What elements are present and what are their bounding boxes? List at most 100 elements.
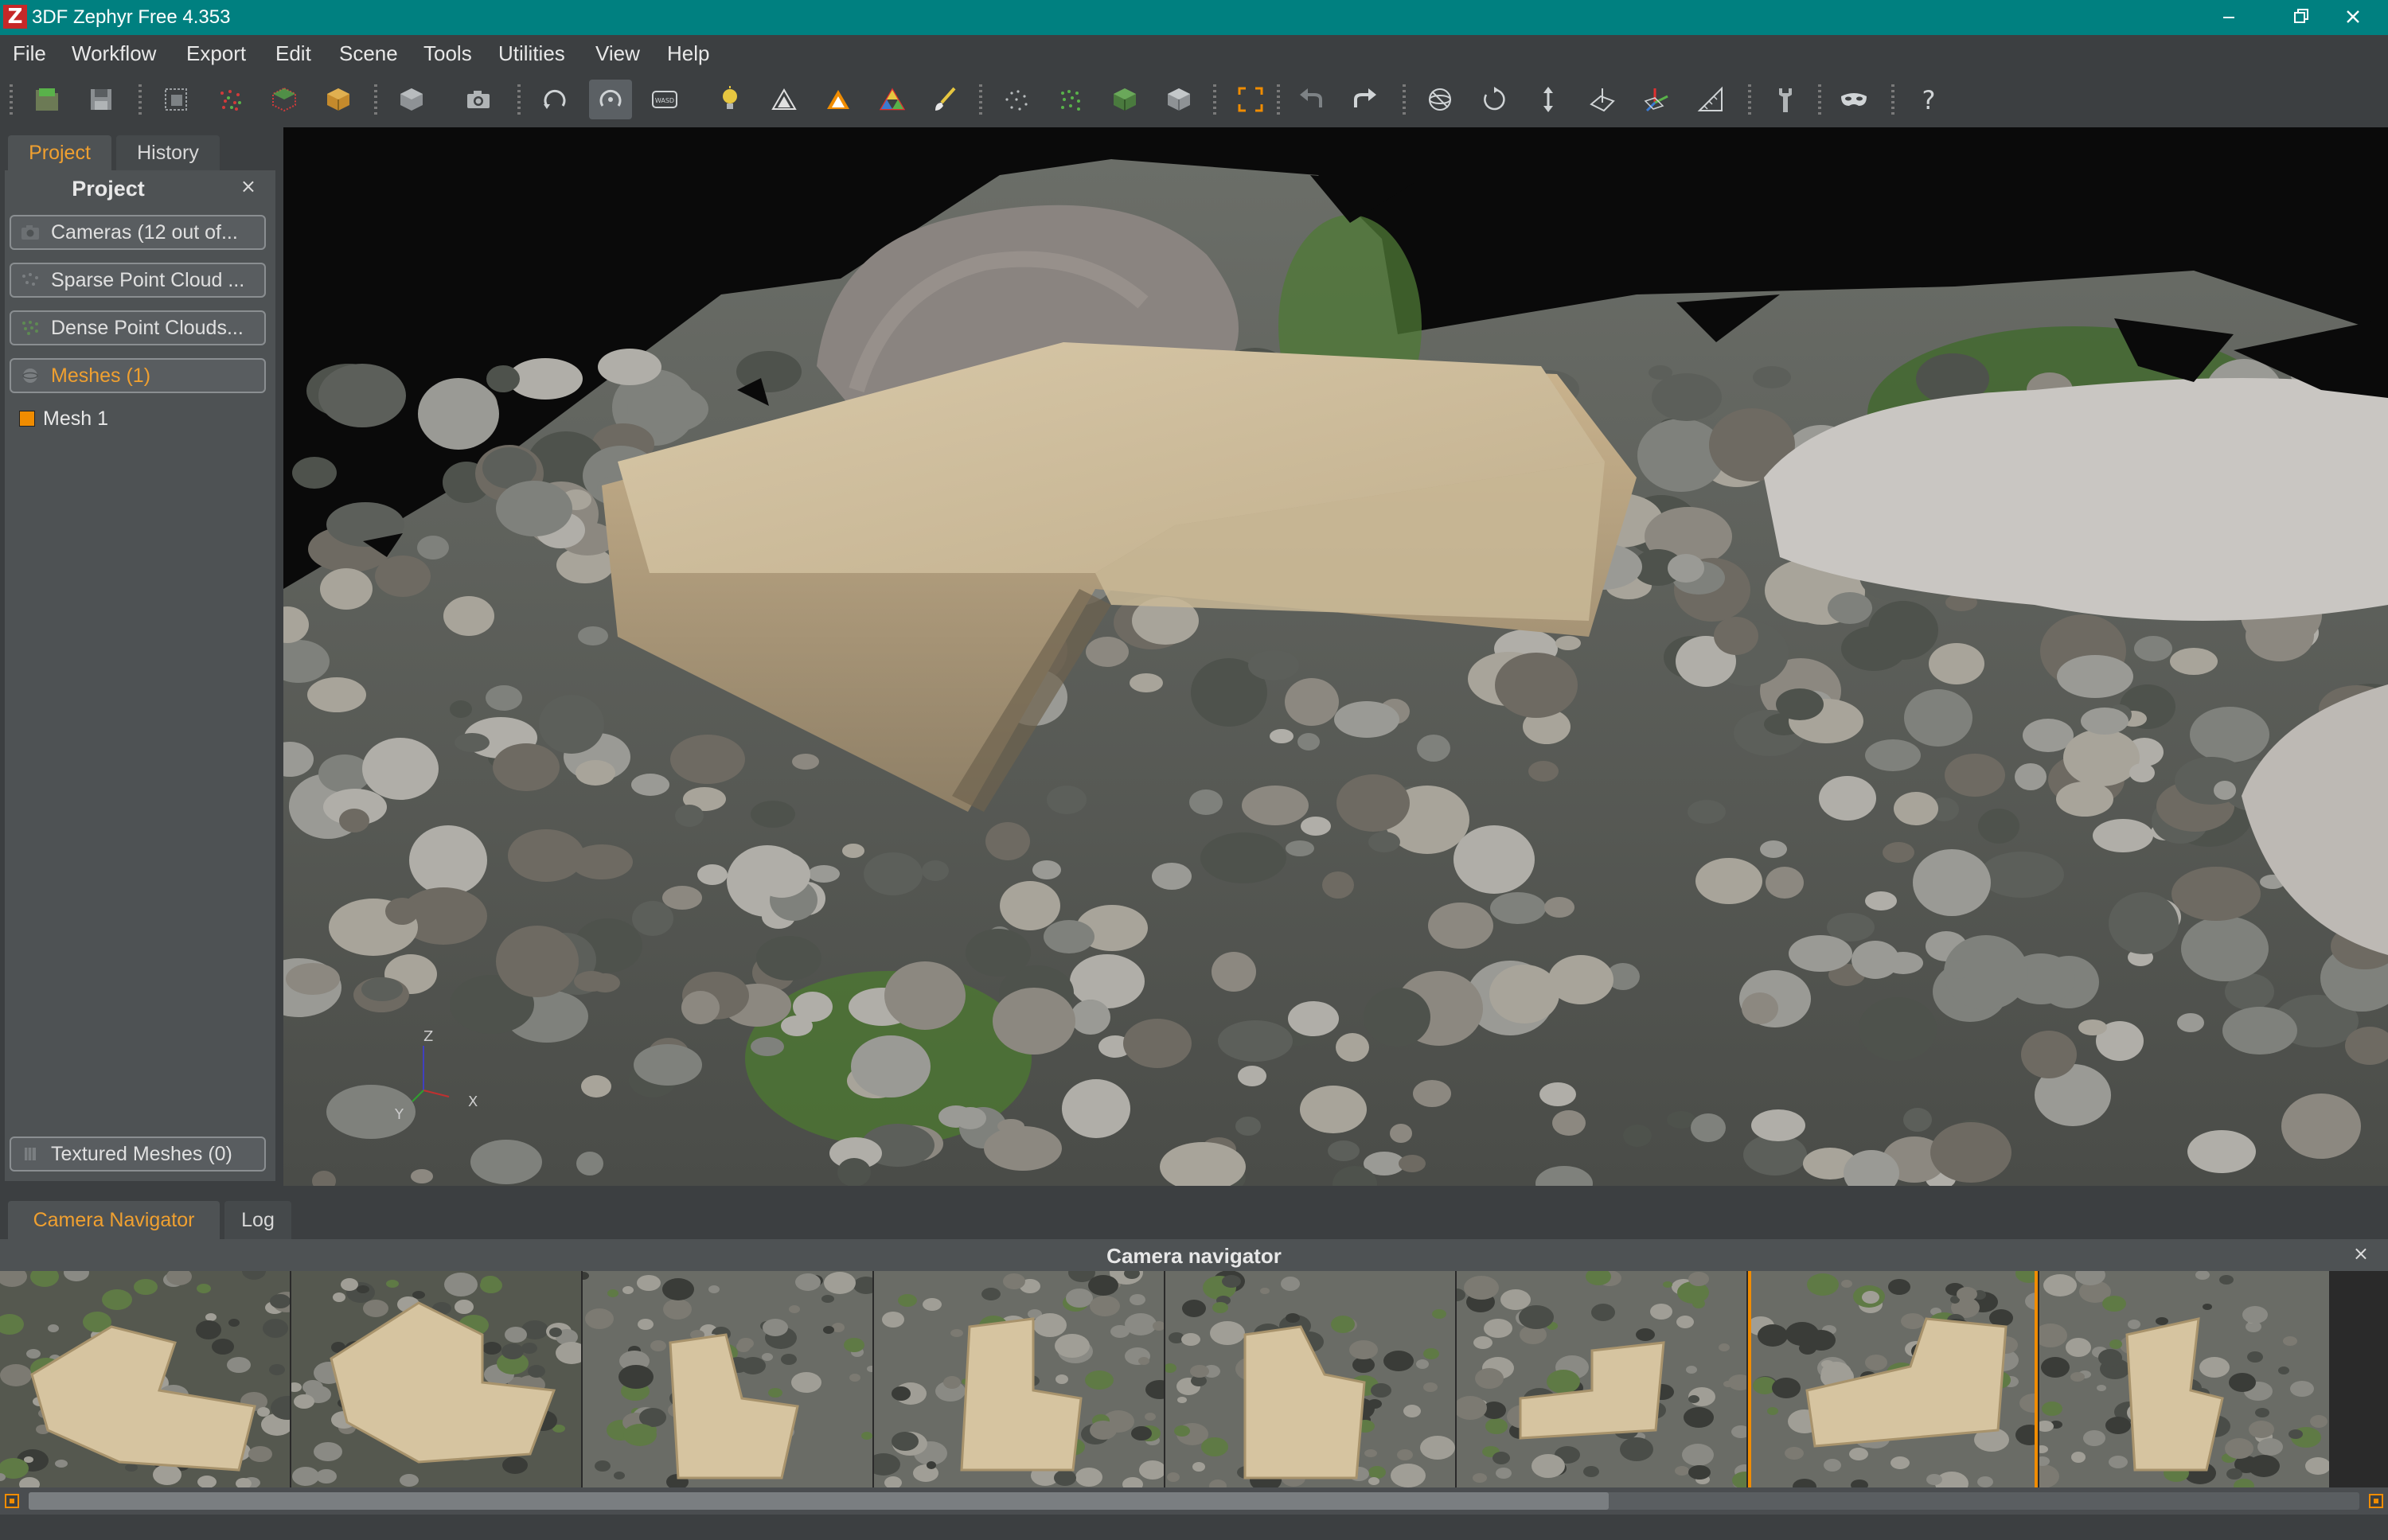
tab-camera-navigator[interactable]: Camera Navigator	[8, 1201, 220, 1239]
toolbar-grip[interactable]	[1277, 84, 1280, 116]
render-solid-button[interactable]	[817, 80, 860, 119]
menu-file[interactable]: File	[13, 41, 46, 66]
camera-thumbnail[interactable]	[874, 1271, 1164, 1487]
toolbar-grip[interactable]	[1891, 84, 1894, 116]
lighting-button[interactable]	[708, 80, 751, 119]
gravel-stone	[1399, 1155, 1426, 1172]
camera-thumbnail[interactable]	[1457, 1271, 1746, 1487]
tab-log[interactable]: Log	[224, 1201, 291, 1239]
camera-thumbnail[interactable]	[2039, 1271, 2329, 1487]
camera-thumbnail[interactable]	[291, 1271, 581, 1487]
gravel-stone	[756, 936, 821, 981]
gizmo-transform-button[interactable]	[1418, 80, 1461, 119]
save-button[interactable]	[80, 80, 123, 119]
mesh-button[interactable]	[317, 80, 360, 119]
show-dense-button[interactable]	[1049, 80, 1092, 119]
left-panel-tabs: Project History	[0, 127, 280, 170]
show-textured-button[interactable]	[1157, 80, 1200, 119]
menu-export[interactable]: Export	[186, 41, 246, 66]
close-navigator-button[interactable]: ×	[2353, 1242, 2369, 1265]
camera-icon	[21, 225, 39, 240]
camera-thumbnail[interactable]	[583, 1271, 872, 1487]
scroll-track[interactable]	[29, 1492, 2359, 1510]
gravel-stone	[697, 864, 728, 885]
textured-mesh-button[interactable]	[390, 80, 433, 119]
gravel-stone	[2093, 819, 2153, 852]
3d-viewport[interactable]: Z X Y	[283, 127, 2388, 1186]
redo-button[interactable]	[1344, 80, 1387, 119]
toolbar-grip[interactable]	[979, 84, 982, 116]
camera-thumbnail[interactable]	[1748, 1271, 2038, 1487]
show-mesh-button[interactable]	[1103, 80, 1146, 119]
masquerade-button[interactable]	[1832, 80, 1875, 119]
gravel-stone	[1368, 832, 1400, 852]
toolbar-grip[interactable]	[517, 84, 521, 116]
wasd-navigation-button[interactable]: WASD	[643, 80, 686, 119]
tab-project[interactable]: Project	[8, 135, 111, 170]
gravel-stone	[361, 977, 403, 1001]
close-panel-button[interactable]: ×	[240, 175, 256, 197]
camera-thumbnail[interactable]	[1165, 1271, 1455, 1487]
dense-point-clouds-button[interactable]: Dense Point Clouds...	[10, 310, 266, 345]
toolbar-grip[interactable]	[139, 84, 142, 116]
tab-history[interactable]: History	[116, 135, 220, 170]
gravel-stone	[1000, 881, 1060, 930]
translate-button[interactable]	[1527, 80, 1570, 119]
menu-edit[interactable]: Edit	[275, 41, 311, 66]
gravel-stone	[2129, 763, 2155, 782]
rotate-button[interactable]	[1473, 80, 1516, 119]
meshes-label: Meshes (1)	[51, 365, 151, 387]
render-points-button[interactable]	[763, 80, 806, 119]
screenshot-button[interactable]	[457, 80, 500, 119]
menu-utilities[interactable]: Utilities	[498, 41, 565, 66]
ruler-icon	[1697, 86, 1723, 111]
status-bar	[0, 1515, 2388, 1540]
menu-view[interactable]: View	[595, 41, 640, 66]
menu-tools[interactable]: Tools	[423, 41, 472, 66]
close-window-button[interactable]	[2316, 0, 2388, 35]
minimize-button[interactable]	[2193, 0, 2265, 35]
help-button[interactable]: ?	[1907, 80, 1950, 119]
control-points-button[interactable]	[1581, 80, 1624, 119]
axes-button[interactable]	[1635, 80, 1678, 119]
scroll-thumb[interactable]	[29, 1492, 1609, 1510]
measure-button[interactable]	[1689, 80, 1732, 119]
toolbar-grip[interactable]	[374, 84, 377, 116]
sparse-cloud-button[interactable]	[209, 80, 252, 119]
paint-button[interactable]	[923, 80, 966, 119]
pivot-orbit-icon	[599, 89, 622, 107]
menu-help[interactable]: Help	[667, 41, 709, 66]
scroll-left-button[interactable]	[5, 1494, 19, 1508]
cameras-button[interactable]: Cameras (12 out of...	[10, 215, 266, 250]
render-vertex-color-button[interactable]	[871, 80, 914, 119]
scroll-right-button[interactable]	[2369, 1494, 2383, 1508]
gravel-stone	[1032, 860, 1061, 879]
show-sparse-button[interactable]	[995, 80, 1038, 119]
toolbar-grip[interactable]	[1213, 84, 1216, 116]
gravel-stone	[362, 738, 439, 800]
sparse-cloud-icon	[22, 273, 38, 286]
undo-button[interactable]	[1290, 80, 1333, 119]
tools-button[interactable]	[1764, 80, 1807, 119]
toolbar-grip[interactable]	[1403, 84, 1406, 116]
textured-meshes-button[interactable]: Textured Meshes (0)	[10, 1136, 266, 1172]
toolbar-grip[interactable]	[1818, 84, 1821, 116]
pivot-orbit-button[interactable]	[589, 80, 632, 119]
sparse-point-cloud-button[interactable]: Sparse Point Cloud ...	[10, 263, 266, 298]
camera-thumbnail[interactable]	[0, 1271, 290, 1487]
fit-view-button[interactable]	[1229, 80, 1272, 119]
camera-photo	[874, 1271, 1164, 1487]
orbit-button[interactable]	[533, 80, 576, 119]
filmstrip-scrollbar[interactable]	[0, 1487, 2388, 1515]
gravel-stone	[1364, 988, 1430, 1047]
dense-cloud-button[interactable]	[263, 80, 306, 119]
gravel-stone	[632, 901, 673, 936]
select-cameras-button[interactable]	[154, 80, 197, 119]
meshes-button[interactable]: Meshes (1)	[10, 358, 266, 393]
new-project-button[interactable]	[25, 80, 68, 119]
toolbar-grip[interactable]	[10, 84, 13, 116]
toolbar-grip[interactable]	[1748, 84, 1751, 116]
gravel-stone	[1883, 842, 1914, 863]
menu-workflow[interactable]: Workflow	[72, 41, 156, 66]
menu-scene[interactable]: Scene	[339, 41, 398, 66]
